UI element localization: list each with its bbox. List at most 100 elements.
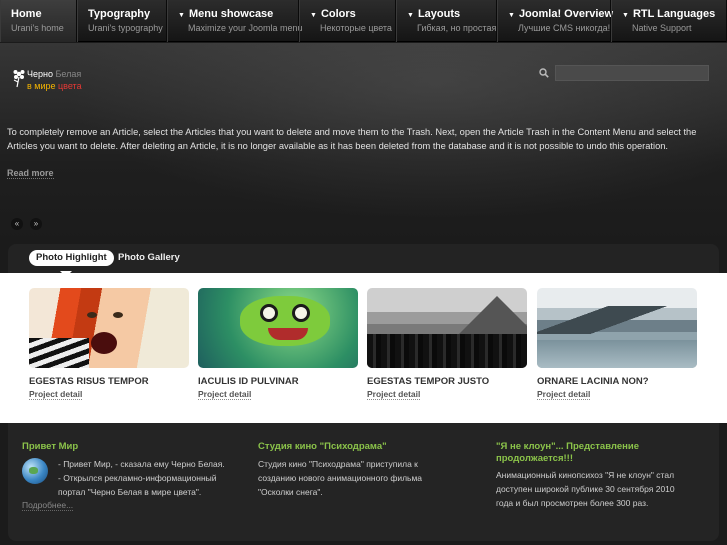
news-line: доступен широкой публике 30 сентября 201… <box>496 484 675 494</box>
news-body: - Привет Мир, - сказала ему Черно Белая.… <box>58 457 238 499</box>
tab-photo-highlight[interactable]: Photo Highlight <box>29 250 114 266</box>
nav-sublabel: Maximize your Joomla menu <box>188 23 303 33</box>
logo-word-white: Белая <box>55 69 82 79</box>
nav-label: Colors <box>320 8 356 20</box>
news-body: Студия кино "Психодрама" приступила к со… <box>258 457 468 499</box>
news-line: - Открылся рекламно-информационный <box>58 473 217 483</box>
thumb-detail <box>292 304 310 322</box>
logo-word-world: в мире <box>27 81 59 91</box>
read-more-link[interactable]: Read more <box>7 168 54 179</box>
thumb-detail <box>260 304 278 322</box>
nav-label-wrap: ▼ RTL Languages <box>622 8 716 20</box>
project-detail-link[interactable]: Project detail <box>198 389 252 400</box>
news-title[interactable]: Студия кино "Психодрама" <box>258 441 468 453</box>
project-detail-link[interactable]: Project detail <box>367 389 421 400</box>
thumb-detail <box>367 334 527 368</box>
footer-news: Привет Мир - Привет Мир, - сказала ему Ч… <box>8 423 719 541</box>
intro-text: To completely remove an Article, select … <box>7 127 697 151</box>
logo-word-color: цвета <box>58 81 82 91</box>
thumb-detail <box>91 332 117 354</box>
thumb-detail <box>113 312 123 318</box>
gallery-card: EGESTAS TEMPOR JUSTO Project detail <box>367 288 527 400</box>
nav-label: RTL Languages <box>632 8 716 20</box>
gallery-thumbnail[interactable] <box>367 288 527 368</box>
gallery-tabbar: Photo Highlight Photo Gallery <box>8 244 719 273</box>
nav-label-wrap: ▼ Colors <box>310 8 385 20</box>
news-line: "Осколки снега". <box>258 487 323 497</box>
gallery-card: IACULIS ID PULVINAR Project detail <box>198 288 358 400</box>
chevron-down-icon: ▼ <box>178 12 185 19</box>
thumb-detail <box>537 306 697 334</box>
news-title[interactable]: "Я не клоун"... Представление продолжает… <box>496 441 711 465</box>
nav-label: Joomla! Overview <box>518 8 614 20</box>
chevron-down-icon: ▼ <box>622 12 629 19</box>
news-line: Анимационный кинопсихоз "Я не клоун" ста… <box>496 470 675 480</box>
nav-label-wrap: ▼ Menu showcase <box>178 8 288 20</box>
slider-prev-button[interactable]: « <box>11 218 23 230</box>
news-line: созданию нового анимационного фильма <box>258 473 423 483</box>
card-title: EGESTAS TEMPOR JUSTO <box>367 376 490 387</box>
gallery-thumbnail[interactable] <box>537 288 697 368</box>
search-icon <box>539 68 549 78</box>
nav-item-layouts[interactable]: ▼ Layouts Гибкая, но простая <box>396 0 497 42</box>
news-title[interactable]: Привет Мир <box>22 441 237 453</box>
nav-item-home[interactable]: Home Urani's home <box>0 0 77 42</box>
slider-next-button[interactable]: » <box>30 218 42 230</box>
gallery-panel: EGESTAS RISUS TEMPOR Project detail IACU… <box>0 273 727 423</box>
nav-label-wrap: ▼ Layouts <box>407 8 486 20</box>
card-title: ORNARE LACINIA NON? <box>537 376 649 387</box>
card-title: EGESTAS RISUS TEMPOR <box>29 376 149 387</box>
chevron-down-icon: ▼ <box>508 12 515 19</box>
header-hero: Черно Белая в мире цвета To completely r… <box>0 43 727 243</box>
nav-sublabel: Urani's home <box>11 23 64 33</box>
news-title-line: "Я не клоун"... Представление <box>496 441 639 452</box>
news-line: Студия кино "Психодрама" приступила к <box>258 459 418 469</box>
site-logo[interactable]: Черно Белая в мире цвета <box>11 64 101 96</box>
nav-label: Home <box>11 8 42 20</box>
active-tab-pointer <box>60 271 72 277</box>
thumb-detail <box>268 328 308 340</box>
nav-sublabel: Некоторые цвета <box>320 23 392 33</box>
news-column-3: "Я не клоун"... Представление продолжает… <box>496 441 711 510</box>
nav-label-wrap: ▼ Joomla! Overview <box>508 8 613 20</box>
nav-item-rtl-languages[interactable]: ▼ RTL Languages Native Support <box>611 0 727 42</box>
news-line: - Привет Мир, - сказала ему Черно Белая. <box>58 459 225 469</box>
nav-sublabel: Native Support <box>632 23 692 33</box>
nav-item-colors[interactable]: ▼ Colors Некоторые цвета <box>299 0 396 42</box>
nav-sublabel: Гибкая, но простая <box>417 23 497 33</box>
nav-item-joomla-overview[interactable]: ▼ Joomla! Overview Лучшие CMS никогда! <box>497 0 613 42</box>
thumb-detail <box>537 340 697 368</box>
globe-icon <box>22 458 48 484</box>
logo-text-bottom: в мире цвета <box>27 81 82 91</box>
gallery-card: ORNARE LACINIA NON? Project detail <box>537 288 697 400</box>
news-column-2: Студия кино "Психодрама" Студия кино "Пс… <box>258 441 468 499</box>
search-input[interactable] <box>555 65 709 81</box>
nav-label: Typography <box>88 8 151 20</box>
nav-sublabel: Urani's typography <box>88 23 163 33</box>
logo-word-black: Черно <box>27 69 53 79</box>
news-column-1: Привет Мир <box>22 441 237 453</box>
tab-photo-gallery[interactable]: Photo Gallery <box>111 250 187 266</box>
nav-label: Layouts <box>417 8 461 20</box>
chevron-down-icon: ▼ <box>407 12 414 19</box>
thumb-detail <box>87 312 97 318</box>
nav-item-typography[interactable]: Typography Urani's typography <box>77 0 167 42</box>
news-line: года и был просмотрен более 300 раз. <box>496 498 649 508</box>
gallery-thumbnail[interactable] <box>198 288 358 368</box>
flower-icon <box>13 70 25 88</box>
nav-sublabel: Лучшие CMS никогда! <box>518 23 611 33</box>
more-link[interactable]: Подробнее... <box>22 500 74 511</box>
gallery-thumbnail[interactable] <box>29 288 189 368</box>
news-title-line: продолжается!!! <box>496 453 573 464</box>
news-body: Анимационный кинопсихоз "Я не клоун" ста… <box>496 468 711 510</box>
thumb-detail <box>457 296 527 336</box>
nav-label: Menu showcase <box>188 8 274 20</box>
logo-text-top: Черно Белая <box>27 69 81 79</box>
project-detail-link[interactable]: Project detail <box>29 389 83 400</box>
news-line: портал "Черно Белая в мире цвета". <box>58 487 202 497</box>
chevron-down-icon: ▼ <box>310 12 317 19</box>
card-title: IACULIS ID PULVINAR <box>198 376 299 387</box>
project-detail-link[interactable]: Project detail <box>537 389 591 400</box>
gallery-card: EGESTAS RISUS TEMPOR Project detail <box>29 288 189 400</box>
nav-item-menu-showcase[interactable]: ▼ Menu showcase Maximize your Joomla menu <box>167 0 303 42</box>
